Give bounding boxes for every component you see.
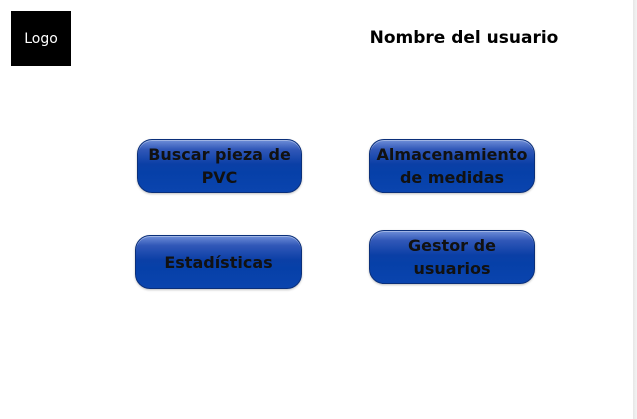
user-name: Nombre del usuario bbox=[369, 28, 559, 48]
measurement-storage-label: Almacenamiento de medidas bbox=[376, 145, 528, 187]
search-pvc-part-button[interactable]: Buscar pieza de PVC bbox=[137, 139, 302, 193]
logo: Logo bbox=[11, 11, 71, 66]
user-manager-button[interactable]: Gestor de usuarios bbox=[369, 230, 535, 284]
page-right-edge bbox=[633, 0, 637, 419]
measurement-storage-button[interactable]: Almacenamiento de medidas bbox=[369, 139, 535, 193]
statistics-button[interactable]: Estadísticas bbox=[135, 235, 302, 289]
search-pvc-part-label: Buscar pieza de PVC bbox=[148, 145, 291, 187]
user-manager-label: Gestor de usuarios bbox=[408, 236, 496, 278]
logo-text: Logo bbox=[24, 30, 58, 47]
statistics-label: Estadísticas bbox=[164, 252, 273, 272]
